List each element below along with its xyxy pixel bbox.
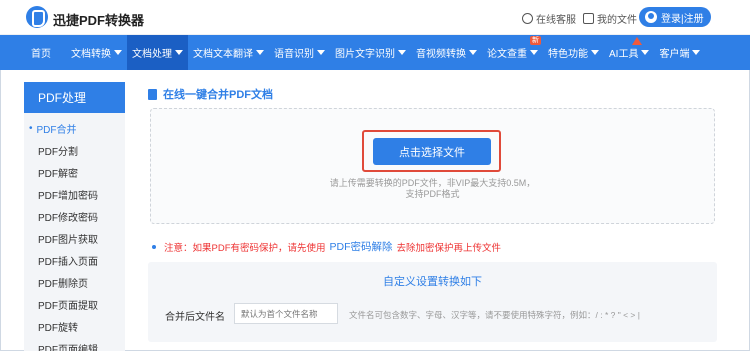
nav-item-doc-process[interactable]: 文档处理 xyxy=(127,35,188,70)
select-file-button[interactable]: 点击选择文件 xyxy=(373,138,491,165)
chevron-down-icon xyxy=(114,50,122,55)
nav-item-thesis-check[interactable]: 论文查重新 xyxy=(482,35,543,70)
nav-item-home[interactable]: 首页 xyxy=(26,35,56,70)
nav-item-ocr[interactable]: 图片文字识别 xyxy=(330,35,411,70)
document-icon xyxy=(148,88,157,100)
chevron-down-icon xyxy=(641,50,650,55)
user-icon xyxy=(645,11,657,23)
notice-prefix: 注意：如果PDF有密码保护，请先使用 xyxy=(164,242,326,254)
nav-label: 首页 xyxy=(31,49,51,60)
nav-label: 论文查重 xyxy=(487,49,527,60)
chevron-down-icon xyxy=(692,50,701,55)
nav-item-ai-tools[interactable]: AI工具 xyxy=(604,35,654,70)
password-notice: 注意：如果PDF有密码保护，请先使用 PDF密码解除 去除加密保护再上传文件 xyxy=(152,239,501,254)
logo-icon[interactable] xyxy=(26,6,48,28)
my-files-label: 我的文件 xyxy=(597,15,637,26)
login-button[interactable]: 登录|注册 xyxy=(639,7,711,27)
nav-label: 文档文本翻译 xyxy=(193,49,253,60)
bullet-icon xyxy=(152,244,156,249)
sidebar-item-pdf-rotate[interactable]: PDF旋转 xyxy=(24,315,125,337)
nav-label: 音视频转换 xyxy=(416,49,466,60)
customer-service-label: 在线客服 xyxy=(536,15,576,26)
chevron-down-icon xyxy=(469,50,477,55)
nav-label: 客户端 xyxy=(659,49,690,60)
page-title-text: 在线一键合并PDF文档 xyxy=(163,89,273,101)
my-files-link[interactable]: 我的文件 xyxy=(583,11,637,26)
main-nav: 首页 文档转换 文档处理 文档文本翻译 语音识别 图片文字识别 音视频转换 论文… xyxy=(0,35,750,70)
settings-title: 自定义设置转换如下 xyxy=(383,276,482,288)
login-label: 登录|注册 xyxy=(661,13,704,25)
nav-label: 特色功能 xyxy=(548,49,588,60)
sidebar-title: PDF处理 xyxy=(24,82,125,113)
nav-label: 语音识别 xyxy=(274,49,314,60)
nav-label: 文档转换 xyxy=(71,49,111,60)
nav-label: AI工具 xyxy=(609,49,639,60)
sidebar-item-pdf-add-password[interactable]: PDF增加密码 xyxy=(24,183,125,205)
pdf-decrypt-link[interactable]: PDF密码解除 xyxy=(330,239,393,254)
sidebar-item-pdf-extract-images[interactable]: PDF图片获取 xyxy=(24,227,125,249)
sidebar-item-pdf-decrypt[interactable]: PDF解密 xyxy=(24,161,125,183)
logo-text[interactable]: 迅捷PDF转换器 xyxy=(53,10,144,29)
filename-hint: 文件名可包含数字、字母、汉字等，请不要使用特殊字符，例如：/ : * ? " <… xyxy=(349,310,640,320)
nav-item-speech[interactable]: 语音识别 xyxy=(269,35,330,70)
chevron-down-icon xyxy=(398,50,406,55)
up-arrow-icon xyxy=(632,37,642,45)
top-header: 迅捷PDF转换器 在线客服 我的文件 登录|注册 xyxy=(0,0,750,35)
merged-filename-input[interactable] xyxy=(234,303,338,324)
sidebar-item-pdf-split[interactable]: PDF分割 xyxy=(24,139,125,161)
nav-item-doc-convert[interactable]: 文档转换 xyxy=(66,35,127,70)
notice-suffix: 去除加密保护再上传文件 xyxy=(396,242,502,254)
headset-icon xyxy=(522,13,533,24)
merged-filename-label: 合并后文件名 xyxy=(165,312,225,323)
nav-item-av-convert[interactable]: 音视频转换 xyxy=(411,35,482,70)
nav-item-features[interactable]: 特色功能 xyxy=(543,35,604,70)
nav-label: 文档处理 xyxy=(132,49,172,60)
chevron-down-icon xyxy=(530,50,538,55)
new-badge: 新 xyxy=(530,36,541,45)
customer-service-link[interactable]: 在线客服 xyxy=(522,11,576,26)
nav-item-translate[interactable]: 文档文本翻译 xyxy=(188,35,269,70)
upload-hint-line2: 支持PDF格式 xyxy=(405,189,460,199)
page-title: 在线一键合并PDF文档 xyxy=(148,86,273,102)
file-icon xyxy=(583,13,594,24)
chevron-down-icon xyxy=(317,50,325,55)
sidebar-item-pdf-merge[interactable]: PDF合并 xyxy=(24,117,125,139)
nav-label: 图片文字识别 xyxy=(335,49,395,60)
sidebar-item-pdf-page-edit[interactable]: PDF页面编辑 xyxy=(24,337,125,351)
chevron-down-icon xyxy=(175,50,183,55)
sidebar: PDF处理 PDF合并 PDF分割 PDF解密 PDF增加密码 PDF修改密码 … xyxy=(24,82,125,351)
sidebar-item-pdf-insert-page[interactable]: PDF插入页面 xyxy=(24,249,125,271)
chevron-down-icon xyxy=(256,50,264,55)
chevron-down-icon xyxy=(591,50,599,55)
sidebar-item-pdf-delete-page[interactable]: PDF删除页 xyxy=(24,271,125,293)
nav-item-client[interactable]: 客户端 xyxy=(654,35,705,70)
sidebar-item-pdf-change-password[interactable]: PDF修改密码 xyxy=(24,205,125,227)
sidebar-item-pdf-extract-page[interactable]: PDF页面提取 xyxy=(24,293,125,315)
